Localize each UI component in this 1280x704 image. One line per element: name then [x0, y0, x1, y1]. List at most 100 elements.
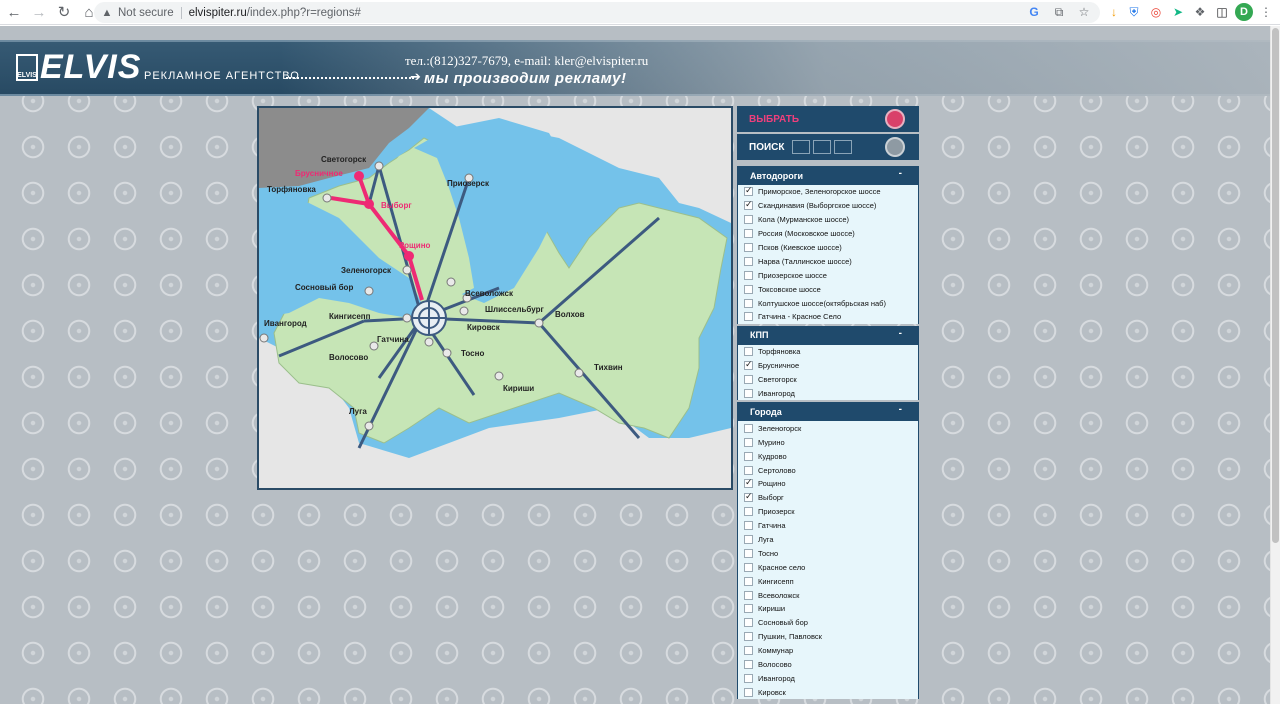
- not-secure-label[interactable]: Not secure: [118, 7, 174, 19]
- checkbox[interactable]: [744, 548, 753, 558]
- section-header-roads[interactable]: Автодороги -: [738, 166, 918, 185]
- checkbox[interactable]: [744, 451, 753, 461]
- checkbox[interactable]: [744, 423, 753, 433]
- checkbox-item[interactable]: Сосновый бор: [738, 616, 918, 630]
- map-label-brusnichnoe[interactable]: Брусничное: [295, 169, 343, 178]
- address-bar[interactable]: ▲ Not secure elvispiter.ru/index.php?r=r…: [94, 2, 1100, 23]
- extension-shield-icon[interactable]: ⛨: [1125, 3, 1143, 21]
- checkbox-item[interactable]: Гатчина - Красное Село: [738, 310, 918, 324]
- collapse-icon[interactable]: -: [899, 404, 902, 415]
- profile-avatar[interactable]: D: [1235, 3, 1253, 21]
- checkbox-item[interactable]: Кировск: [738, 685, 918, 699]
- checkbox-item[interactable]: Луга: [738, 533, 918, 547]
- reload-icon[interactable]: ↻: [53, 1, 75, 23]
- checkbox[interactable]: [744, 298, 753, 308]
- checkbox[interactable]: [744, 284, 753, 294]
- checkbox-item[interactable]: Тосно: [738, 546, 918, 560]
- map-label-volkhov[interactable]: Волхов: [555, 310, 585, 319]
- checkbox[interactable]: [744, 576, 753, 586]
- checkbox[interactable]: [744, 243, 753, 252]
- warning-icon[interactable]: ▲: [100, 6, 114, 20]
- extension-target-icon[interactable]: ◎: [1147, 3, 1165, 21]
- share-icon[interactable]: ⧉: [1051, 4, 1067, 20]
- checkbox-item[interactable]: Брусничное: [738, 359, 918, 373]
- search-input-3[interactable]: [834, 140, 853, 154]
- checkbox[interactable]: [744, 507, 753, 517]
- checkbox-item[interactable]: Кудрово: [738, 449, 918, 463]
- checkbox[interactable]: [744, 632, 753, 642]
- checkbox-item[interactable]: Пушкин, Павловск: [738, 630, 918, 644]
- checkbox[interactable]: [744, 535, 753, 545]
- checkbox-item[interactable]: Псков (Киевское шоссе): [738, 241, 918, 255]
- regions-map[interactable]: Светогорск Брусничное Торфяновка Выборг …: [257, 106, 733, 490]
- checkbox-item[interactable]: Красное село: [738, 560, 918, 574]
- checkbox-item[interactable]: Всеволожск: [738, 588, 918, 602]
- extensions-puzzle-icon[interactable]: ❖: [1191, 3, 1209, 21]
- checkbox[interactable]: [744, 347, 753, 357]
- checkbox-item[interactable]: Ивангород: [738, 672, 918, 686]
- logo-icon[interactable]: ELVIS: [16, 54, 38, 81]
- checkbox-item[interactable]: Мурино: [738, 435, 918, 449]
- checkbox[interactable]: [744, 229, 753, 239]
- select-gear-icon[interactable]: [885, 109, 905, 129]
- checkbox[interactable]: [744, 256, 753, 266]
- checkbox-item[interactable]: Приозерское шоссе: [738, 268, 918, 282]
- checkbox[interactable]: [744, 491, 753, 503]
- checkbox-item[interactable]: Ивангород: [738, 387, 918, 401]
- checkbox[interactable]: [744, 359, 753, 371]
- checkbox-item[interactable]: Кириши: [738, 602, 918, 616]
- map-label-vsevolozhsk[interactable]: Всеволожск: [465, 289, 514, 298]
- checkbox-item[interactable]: Приморское, Зеленогорское шоссе: [738, 185, 918, 199]
- logo-text[interactable]: ELVIS: [40, 48, 141, 87]
- spb-hub-icon[interactable]: [411, 300, 447, 336]
- checkbox-item[interactable]: Приозерск: [738, 505, 918, 519]
- checkbox[interactable]: [744, 312, 753, 322]
- checkbox-item[interactable]: Волосово: [738, 658, 918, 672]
- checkbox-item[interactable]: Светогорск: [738, 373, 918, 387]
- checkbox-item[interactable]: Нарва (Таллинское шоссе): [738, 254, 918, 268]
- map-label-torfyanovka[interactable]: Торфяновка: [267, 185, 316, 194]
- url-path[interactable]: /index.php?r=regions#: [247, 7, 361, 19]
- checkbox[interactable]: [744, 660, 753, 670]
- checkbox[interactable]: [744, 604, 753, 614]
- collapse-icon[interactable]: -: [899, 328, 902, 339]
- checkbox[interactable]: [744, 646, 753, 656]
- checkbox-item[interactable]: Выборг: [738, 491, 918, 505]
- checkbox-item[interactable]: Зеленогорск: [738, 421, 918, 435]
- map-label-priozersk[interactable]: Приозерск: [447, 179, 490, 188]
- checkbox[interactable]: [744, 562, 753, 572]
- bookmark-star-icon[interactable]: ☆: [1076, 4, 1092, 20]
- checkbox[interactable]: [744, 477, 753, 489]
- checkbox-item[interactable]: Кола (Мурманское шоссе): [738, 213, 918, 227]
- collapse-icon[interactable]: -: [899, 168, 902, 179]
- side-panel-icon[interactable]: ◫: [1213, 3, 1231, 21]
- checkbox[interactable]: [744, 673, 753, 683]
- forward-arrow-icon[interactable]: →: [28, 1, 50, 23]
- map-label-ivangorod[interactable]: Ивангород: [264, 319, 307, 328]
- checkbox[interactable]: [744, 185, 753, 197]
- checkbox-item[interactable]: Сертолово: [738, 463, 918, 477]
- section-header-checkpoints[interactable]: КПП -: [738, 325, 918, 345]
- checkbox-item[interactable]: Рощино: [738, 477, 918, 491]
- map-label-sosnovy-bor[interactable]: Сосновый бор: [295, 283, 353, 292]
- map-label-tosno[interactable]: Тосно: [461, 349, 484, 358]
- select-button[interactable]: ВЫБРАТЬ: [737, 106, 919, 132]
- extension-pin-icon[interactable]: ➤: [1169, 3, 1187, 21]
- map-label-vyborg[interactable]: Выборг: [381, 201, 412, 210]
- extension-download-icon[interactable]: ↓: [1105, 3, 1123, 21]
- google-icon[interactable]: G: [1026, 4, 1042, 20]
- checkbox[interactable]: [744, 618, 753, 628]
- checkbox[interactable]: [744, 687, 753, 697]
- checkbox-item[interactable]: Скандинавия (Выборгское шоссе): [738, 199, 918, 213]
- checkbox[interactable]: [744, 389, 753, 399]
- checkbox[interactable]: [744, 437, 753, 447]
- checkbox-item[interactable]: Кингисепп: [738, 574, 918, 588]
- scrollbar-thumb[interactable]: [1272, 28, 1279, 543]
- map-label-luga[interactable]: Луга: [349, 407, 367, 416]
- map-label-kirovsk[interactable]: Кировск: [467, 323, 501, 332]
- checkbox-item[interactable]: Колтушское шоссе(октябрьская наб): [738, 296, 918, 310]
- checkbox[interactable]: [744, 270, 753, 280]
- map-label-gatchina[interactable]: Гатчина: [377, 335, 409, 344]
- back-arrow-icon[interactable]: ←: [3, 1, 25, 23]
- checkbox[interactable]: [744, 199, 753, 211]
